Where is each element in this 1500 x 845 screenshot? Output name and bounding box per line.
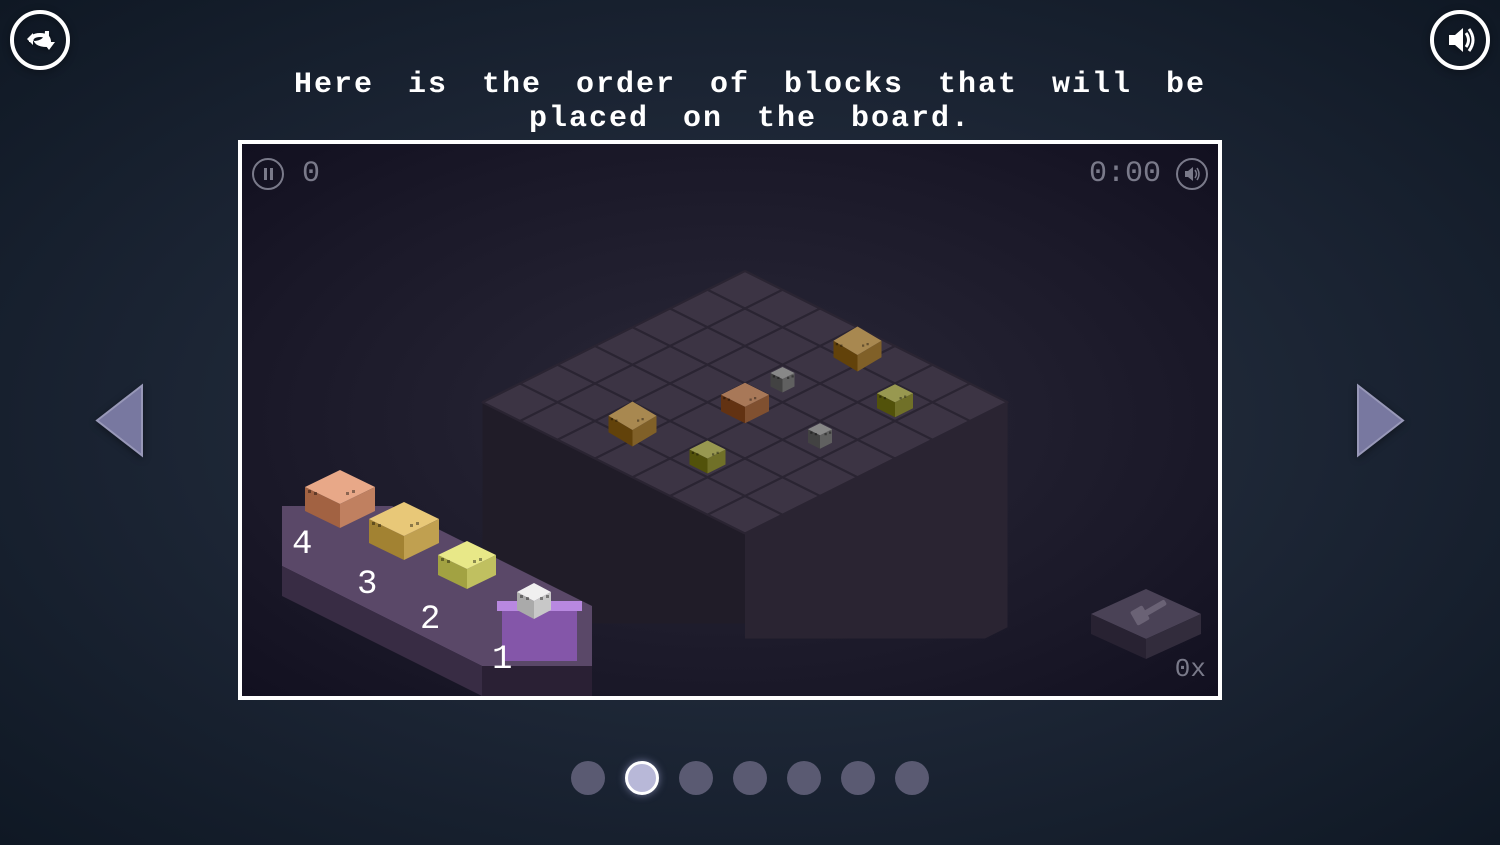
speaker-small-icon (1183, 165, 1201, 183)
page-dot-3[interactable] (679, 761, 713, 795)
queue-label-2: 2 (420, 601, 440, 639)
timer-display: 0:00 (1089, 157, 1161, 191)
back-arrow-icon (23, 23, 57, 57)
nav-next-button[interactable] (1348, 380, 1408, 465)
score-display: 0 (302, 157, 320, 191)
queue-svg (272, 466, 622, 696)
nav-prev-button[interactable] (92, 380, 152, 465)
block-queue: 4 3 2 1 (272, 466, 622, 696)
page-dot-2[interactable] (625, 761, 659, 795)
hammer-count: 0x (1175, 654, 1206, 684)
page-dot-1[interactable] (571, 761, 605, 795)
hammer-icon (1086, 584, 1206, 664)
page-dot-5[interactable] (787, 761, 821, 795)
game-preview-frame: 0 0:00 (238, 140, 1222, 700)
instruction-text: Here is the order of blocks that will be… (250, 68, 1250, 136)
page-dot-7[interactable] (895, 761, 929, 795)
page-dot-6[interactable] (841, 761, 875, 795)
speaker-icon (1443, 23, 1477, 57)
queue-label-4: 4 (292, 526, 312, 564)
hammer-tool[interactable]: 0x (1086, 584, 1206, 684)
chevron-left-icon (92, 380, 152, 460)
queue-label-1: 1 (492, 641, 512, 679)
page-dot-4[interactable] (733, 761, 767, 795)
pause-button[interactable] (252, 158, 284, 190)
back-button[interactable] (10, 10, 70, 70)
queue-label-3: 3 (357, 566, 377, 604)
hud-sound-button[interactable] (1176, 158, 1208, 190)
hud-top: 0 0:00 (252, 154, 1208, 194)
chevron-right-icon (1348, 380, 1408, 460)
sound-button[interactable] (1430, 10, 1490, 70)
pagination-dots (571, 761, 929, 795)
